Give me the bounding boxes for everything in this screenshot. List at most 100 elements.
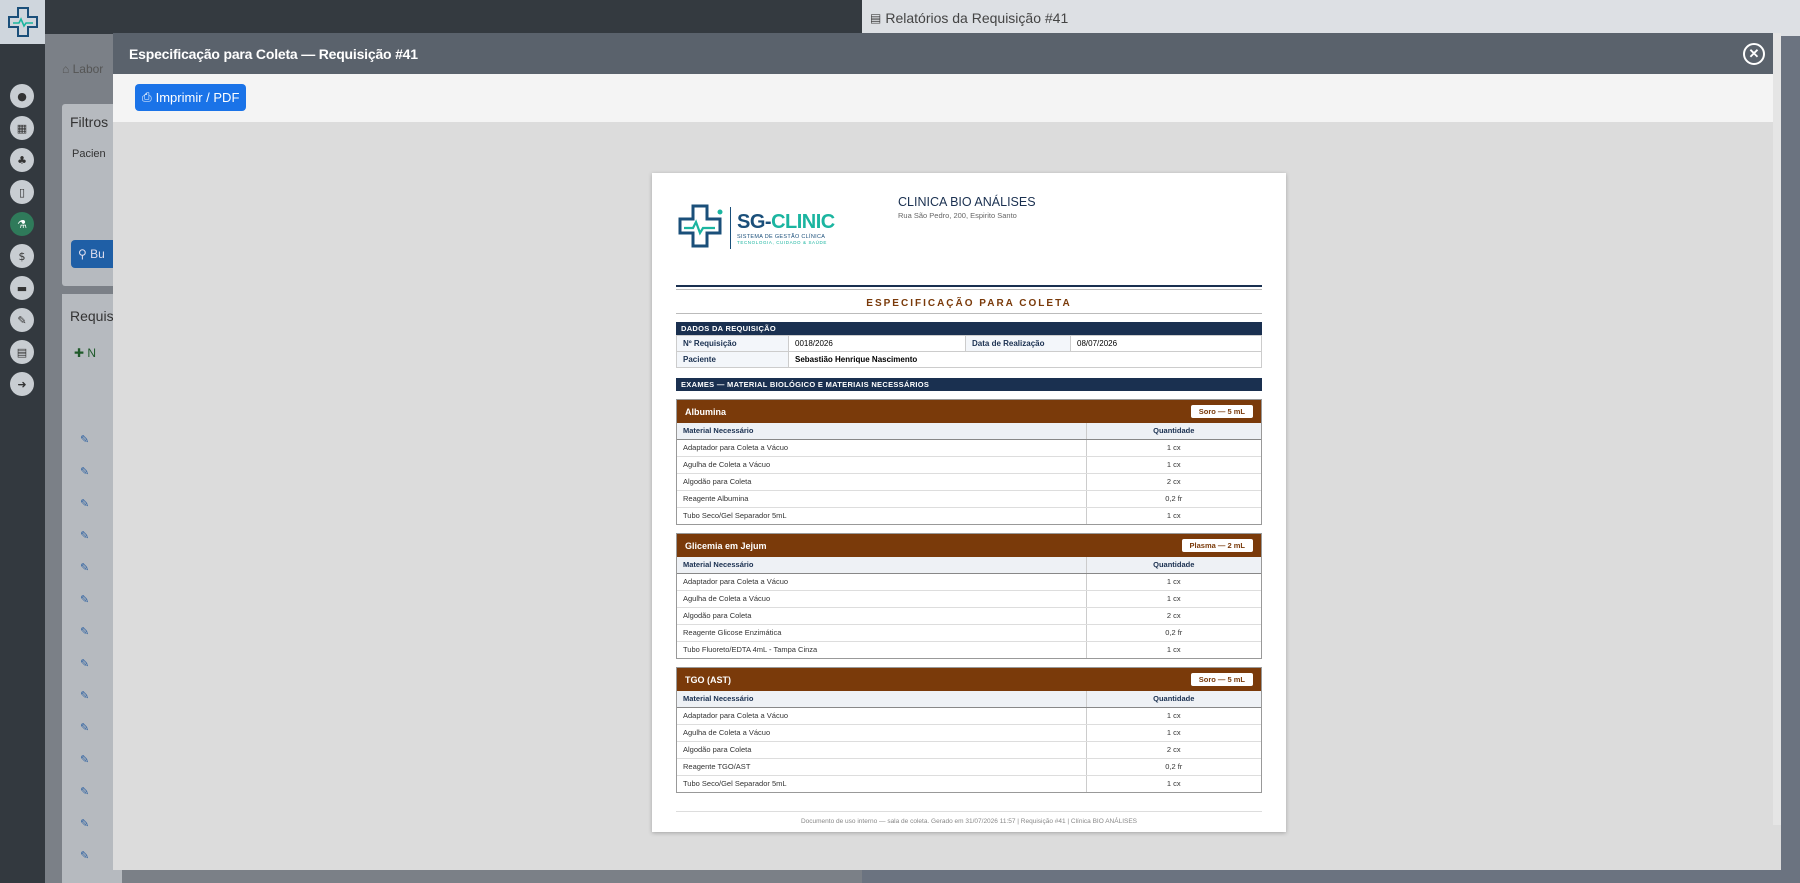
sidebar-icon-list: ● ▦ ♣ ▯ ⚗ $ ▬ ✎ ▤ ➜ (10, 84, 34, 404)
table-row: Algodão para Coleta 2 cx (677, 473, 1261, 491)
exam-name: Albumina (685, 406, 727, 417)
breadcrumb[interactable]: ⌂ Labor (62, 62, 103, 76)
search-button-label: Bu (90, 247, 105, 261)
table-row: Adaptador para Coleta a Vácuo 1 cx (677, 707, 1261, 725)
new-button[interactable]: ✚ N (74, 346, 110, 360)
req-number-value: 0018/2026 (788, 335, 966, 352)
table-row: Agulha de Coleta a Vácuo 1 cx (677, 590, 1261, 608)
row-edit-icon[interactable]: ✎ (80, 785, 92, 798)
users-icon[interactable]: ♣ (10, 148, 34, 172)
collection-spec-modal: Especificação para Coleta — Requisição #… (113, 33, 1781, 870)
material-name: Tubo Fluoreto/EDTA 4mL - Tampa Cinza (683, 645, 818, 655)
table-header-row: Material Necessário Quantidade (677, 423, 1261, 440)
logo-brand-a: SG- (737, 211, 772, 233)
row-edit-icon[interactable]: ✎ (80, 529, 92, 542)
document-header: SG-CLINIC SISTEMA DE GESTÃO CLÍNICA TECN… (676, 193, 1262, 273)
sample-badge: Soro — 5 mL (1190, 673, 1253, 686)
table-row: Reagente TGO/AST 0,2 fr (677, 758, 1261, 776)
row-edit-icon[interactable]: ✎ (80, 753, 92, 766)
table-row: Adaptador para Coleta a Vácuo 1 cx (677, 573, 1261, 591)
table-row: Tubo Seco/Gel Separador 5mL 1 cx (677, 775, 1261, 792)
material-name: Reagente Glicose Enzimática (677, 624, 1086, 642)
table-header-row: Material Necessário Quantidade (677, 557, 1261, 574)
table-row: Algodão para Coleta 2 cx (677, 741, 1261, 759)
material-name: Agulha de Coleta a Vácuo (677, 590, 1086, 608)
sample-badge: Plasma — 2 mL (1181, 539, 1253, 552)
material-quantity: 1 cx (1085, 775, 1261, 792)
material-quantity: 0,2 fr (1085, 624, 1261, 642)
new-button-label: N (87, 346, 97, 360)
row-edit-icon[interactable]: ✎ (80, 625, 92, 638)
dollar-icon[interactable]: $ (10, 244, 34, 268)
microscope-icon[interactable]: ⚗ (10, 212, 34, 236)
printer-icon: ⎙ (142, 90, 152, 104)
req-date-label: Data de Realização (965, 335, 1071, 352)
file-icon[interactable]: ▤ (10, 340, 34, 364)
exam-header: TGO (AST) Soro — 5 mL (677, 668, 1261, 691)
print-pdf-button[interactable]: ⎙ Imprimir / PDF (135, 84, 247, 111)
row-edit-icon[interactable]: ✎ (80, 849, 92, 862)
material-column-header: Material Necessário (677, 691, 1086, 708)
exams-list: Albumina Soro — 5 mL Material Necessário… (676, 399, 1262, 793)
row-edit-icon[interactable]: ✎ (80, 497, 92, 510)
report-panel-title: Relatórios da Requisição #41 (885, 10, 1069, 26)
scrollbar[interactable] (1773, 33, 1781, 825)
row-edit-icon[interactable]: ✎ (80, 721, 92, 734)
material-name: Adaptador para Coleta a Vácuo (677, 439, 1086, 457)
row-edit-icon[interactable]: ✎ (80, 561, 92, 574)
material-quantity: 2 cx (1085, 473, 1261, 491)
row-edit-icon[interactable]: ✎ (80, 817, 92, 830)
exams-section-header: EXAMES — MATERIAL BIOLÓGICO E MATERIAIS … (676, 378, 1262, 391)
logout-icon[interactable]: ➜ (10, 372, 34, 396)
material-name: Reagente TGO/AST (677, 758, 1086, 776)
row-edit-icon[interactable]: ✎ (80, 465, 92, 478)
divider (676, 313, 1262, 314)
calendar-icon[interactable]: ▦ (10, 116, 34, 140)
edit-icon[interactable]: ✎ (10, 308, 34, 332)
materials-table: Material Necessário Quantidade Adaptador… (677, 691, 1261, 792)
logo-brand: SG-CLINIC SISTEMA DE GESTÃO CLÍNICA TECN… (737, 211, 835, 245)
row-edit-icon[interactable]: ✎ (80, 689, 92, 702)
material-name: Tubo Seco/Gel Separador 5mL (683, 511, 787, 521)
clipboard-icon[interactable]: ▯ (10, 180, 34, 204)
modal-body: SG-CLINIC SISTEMA DE GESTÃO CLÍNICA TECN… (127, 123, 1781, 870)
material-name: Algodão para Coleta (677, 741, 1086, 759)
patient-label: Paciente (676, 351, 789, 368)
material-quantity: 1 cx (1085, 641, 1261, 658)
divider (676, 285, 1262, 287)
app-logo[interactable] (0, 0, 45, 44)
close-icon[interactable]: ✕ (1743, 42, 1765, 65)
row-edit-icon[interactable]: ✎ (80, 433, 92, 446)
material-quantity: 1 cx (1085, 573, 1261, 591)
table-row: Agulha de Coleta a Vácuo 1 cx (677, 724, 1261, 742)
material-name: Reagente Albumina (677, 490, 1086, 508)
material-quantity: 2 cx (1085, 607, 1261, 625)
app-topbar (45, 0, 862, 34)
table-header-row: Material Necessário Quantidade (677, 691, 1261, 708)
app-sidebar: ● ▦ ♣ ▯ ⚗ $ ▬ ✎ ▤ ➜ (0, 0, 45, 883)
modal-header: Especificação para Coleta — Requisição #… (113, 33, 1781, 74)
clinic-info: CLINICA BIO ANÁLISES Rua São Pedro, 200,… (898, 195, 1036, 273)
requisition-section-header: DADOS DA REQUISIÇÃO (676, 322, 1262, 335)
row-edit-icon[interactable]: ✎ (80, 593, 92, 606)
report-panel-header: ▤ Relatórios da Requisição #41 (862, 0, 1800, 36)
material-name: Adaptador para Coleta a Vácuo (677, 707, 1086, 725)
row-edit-icon[interactable]: ✎ (80, 657, 92, 670)
collection-spec-document: SG-CLINIC SISTEMA DE GESTÃO CLÍNICA TECN… (652, 173, 1286, 832)
material-quantity: 2 cx (1085, 741, 1261, 759)
document-title: ESPECIFICAÇÃO PARA COLETA (866, 298, 1072, 309)
table-row: Algodão para Coleta 2 cx (677, 607, 1261, 625)
material-quantity: 1 cx (1085, 707, 1261, 725)
clinic-name: CLINICA BIO ANÁLISES (898, 195, 1036, 209)
material-quantity: 1 cx (1085, 590, 1261, 608)
user-icon[interactable]: ● (10, 84, 34, 108)
quantity-column-header: Quantidade (1085, 557, 1261, 574)
material-name: Algodão para Coleta (677, 607, 1086, 625)
exam-block: TGO (AST) Soro — 5 mL Material Necessári… (676, 667, 1262, 793)
material-column-header: Material Necessário (677, 423, 1086, 440)
requisition-info-table: Nº Requisição 0018/2026 Data de Realizaç… (676, 335, 1262, 368)
material-quantity: 0,2 fr (1085, 758, 1261, 776)
archive-icon[interactable]: ▬ (10, 276, 34, 300)
material-quantity: 1 cx (1085, 439, 1261, 457)
exam-name: TGO (AST) (685, 674, 731, 685)
